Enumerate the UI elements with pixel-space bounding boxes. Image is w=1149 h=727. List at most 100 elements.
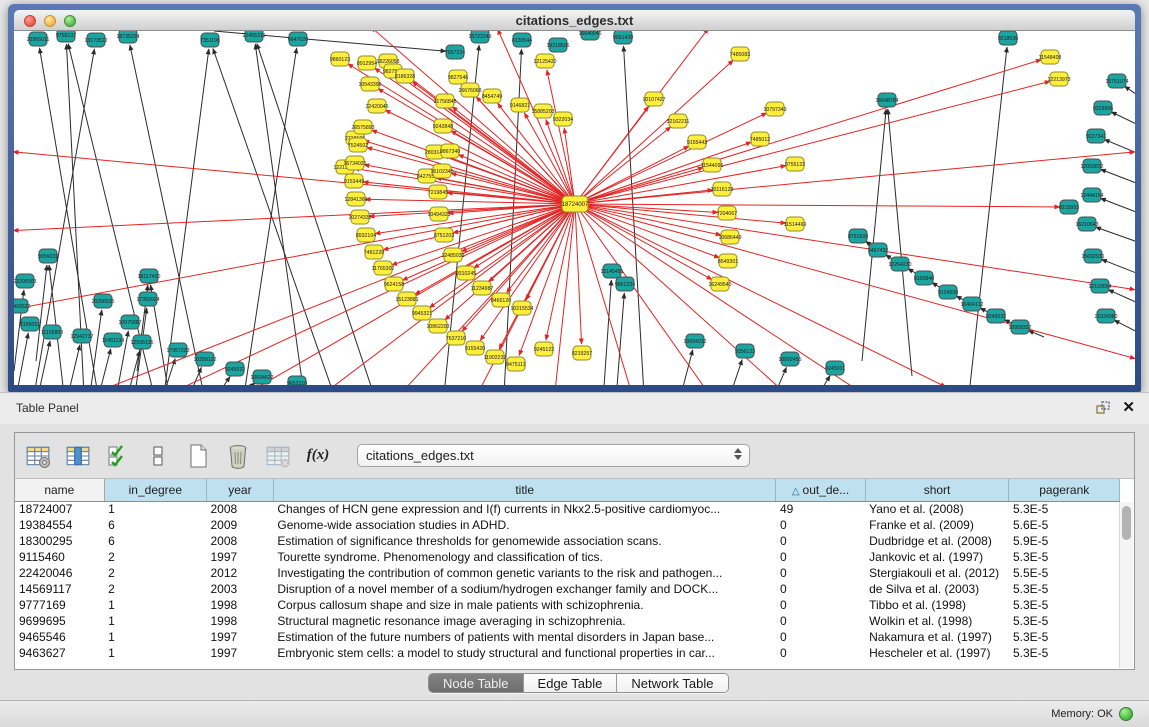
graph-node-yellow[interactable]: 11548408: [1039, 50, 1062, 64]
table-cell[interactable]: 5.3E-5: [1009, 613, 1120, 629]
graph-node-teal[interactable]: 8215953: [1059, 200, 1079, 214]
table-cell[interactable]: Yano et al. (2008): [865, 501, 1009, 517]
graph-node-teal[interactable]: 15722249: [468, 31, 491, 43]
table-cell[interactable]: 1: [104, 629, 206, 645]
graph-node-teal[interactable]: 8130544: [512, 33, 532, 47]
graph-node-yellow[interactable]: 10862203: [426, 319, 449, 333]
row-height-icon[interactable]: [143, 441, 173, 471]
graph-node-yellow[interactable]: 10274335: [348, 210, 371, 224]
graph-node-yellow[interactable]: 8186328: [395, 69, 415, 83]
graph-node-yellow[interactable]: 32162211: [667, 114, 690, 128]
graph-node-yellow[interactable]: 8219257: [572, 346, 592, 360]
graph-node-teal[interactable]: 15692931: [1081, 249, 1104, 263]
table-row[interactable]: 1456911722003Disruption of a novel membe…: [15, 581, 1120, 597]
table-cell[interactable]: Embryonic stem cells: a model to study s…: [273, 645, 776, 661]
graph-node-yellow[interactable]: 15123881: [395, 292, 418, 306]
graph-node-teal[interactable]: 9956033: [38, 249, 58, 263]
graph-node-teal[interactable]: 7957224: [445, 45, 465, 59]
table-row[interactable]: 2242004622012Investigating the contribut…: [15, 565, 1120, 581]
table-settings-icon[interactable]: [23, 441, 53, 471]
graph-node-yellow[interactable]: 9945321: [412, 306, 432, 320]
graph-node-yellow[interactable]: 31756845: [433, 94, 456, 108]
table-cell[interactable]: 2: [104, 549, 206, 565]
graph-node-yellow[interactable]: 9153449: [344, 174, 364, 188]
graph-node-teal[interactable]: 11451134: [102, 333, 124, 347]
table-cell[interactable]: Investigating the contribution of common…: [273, 565, 776, 581]
table-cell[interactable]: 18724007: [15, 501, 104, 517]
graph-node-teal[interactable]: 16640946: [578, 31, 601, 40]
graph-node-teal[interactable]: 20206535: [91, 294, 114, 308]
table-cell[interactable]: 5.5E-5: [1009, 565, 1120, 581]
graph-node-teal[interactable]: 20365011: [27, 32, 50, 46]
graph-node-yellow[interactable]: 8465120: [491, 293, 511, 307]
graph-node-yellow[interactable]: 9245122: [534, 342, 554, 356]
graph-node-yellow[interactable]: 8751203: [434, 228, 454, 242]
table-cell[interactable]: 1: [104, 613, 206, 629]
table-cell[interactable]: 19384554: [15, 517, 104, 533]
table-row[interactable]: 1938455462009Genome-wide association stu…: [15, 517, 1120, 533]
float-panel-icon[interactable]: [1096, 401, 1110, 415]
table-cell[interactable]: 6: [104, 533, 206, 549]
graph-node-teal[interactable]: 12444154: [1080, 188, 1103, 202]
table-cell[interactable]: 0: [776, 517, 865, 533]
table-cell[interactable]: 14569117: [15, 581, 104, 597]
graph-node-yellow[interactable]: 9755123: [785, 157, 805, 171]
column-header-pagerank[interactable]: pagerank: [1009, 479, 1120, 501]
table-row[interactable]: 977716911998Corpus callosum shape and si…: [15, 597, 1120, 613]
table-cell[interactable]: 5.3E-5: [1009, 645, 1120, 661]
graph-node-yellow[interactable]: 7485083: [730, 47, 750, 61]
table-cell[interactable]: 2003: [206, 581, 273, 597]
graph-node-teal[interactable]: 12093832: [1080, 159, 1103, 173]
table-cell[interactable]: Genome-wide association studies in ADHD.: [273, 517, 776, 533]
graph-node-yellow[interactable]: 16102345: [430, 164, 453, 178]
column-header-title[interactable]: title: [273, 479, 776, 501]
table-cell[interactable]: 0: [776, 613, 865, 629]
graph-node-teal[interactable]: 10892455: [778, 352, 801, 366]
graph-node-teal[interactable]: 15751074: [1105, 74, 1128, 88]
graph-node-teal[interactable]: 10264230: [888, 257, 911, 271]
graph-node-yellow[interactable]: 11765302: [372, 261, 395, 275]
table-cell[interactable]: 49: [776, 501, 865, 517]
graph-node-teal[interactable]: 22455310: [242, 31, 265, 42]
minimize-window-button[interactable]: [44, 15, 56, 27]
graph-node-teal[interactable]: 9245022: [225, 362, 245, 376]
table-cell[interactable]: 9699695: [15, 613, 104, 629]
graph-node-yellow[interactable]: 9155443: [687, 135, 707, 149]
graph-node-yellow[interactable]: 22420046: [365, 99, 388, 113]
graph-node-yellow[interactable]: 11902237: [484, 350, 507, 364]
table-row[interactable]: 969969511998Structural magnetic resonanc…: [15, 613, 1120, 629]
table-cell[interactable]: Franke et al. (2009): [865, 517, 1009, 533]
new-table-icon[interactable]: [183, 441, 213, 471]
table-row[interactable]: 911546021997Tourette syndrome. Phenomeno…: [15, 549, 1120, 565]
graph-node-teal[interactable]: 9329966: [1093, 101, 1113, 115]
table-cell[interactable]: 22420046: [15, 565, 104, 581]
table-cell[interactable]: de Silva et al. (2003): [865, 581, 1009, 597]
table-cell[interactable]: Dudbridge et al. (2008): [865, 533, 1009, 549]
graph-node-yellow[interactable]: 10107427: [642, 92, 665, 106]
graph-node-yellow[interactable]: 7219845: [428, 185, 448, 199]
graph-node-teal[interactable]: 16210643: [1075, 217, 1098, 231]
graph-node-yellow[interactable]: 10543392: [358, 77, 381, 91]
table-cell[interactable]: 1997: [206, 629, 273, 645]
graph-node-yellow[interactable]: 8932104: [356, 228, 376, 242]
graph-node-yellow[interactable]: 16734025: [343, 156, 366, 170]
table-cell[interactable]: Disruption of a novel member of a sodium…: [273, 581, 776, 597]
graph-node-yellow[interactable]: 9146821: [510, 98, 530, 112]
graph-node-yellow[interactable]: 11544091: [701, 158, 724, 172]
table-cell[interactable]: 5.3E-5: [1009, 549, 1120, 565]
table-cell[interactable]: 2012: [206, 565, 273, 581]
graph-node-teal[interactable]: 18117450: [138, 269, 161, 283]
table-cell[interactable]: Tibbo et al. (1998): [865, 597, 1009, 613]
table-cell[interactable]: 5.9E-5: [1009, 533, 1120, 549]
table-cell[interactable]: 6: [104, 517, 206, 533]
table-cell[interactable]: Corpus callosum shape and size in male p…: [273, 597, 776, 613]
show-columns-icon[interactable]: [63, 441, 93, 471]
graph-node-teal[interactable]: 9861234: [615, 277, 635, 291]
column-header-year[interactable]: year: [206, 479, 273, 501]
table-cell[interactable]: 0: [776, 597, 865, 613]
graph-node-teal[interactable]: 18735224: [116, 31, 139, 43]
table-cell[interactable]: 0: [776, 533, 865, 549]
graph-node-yellow[interactable]: 7524502: [348, 138, 368, 152]
graph-node-teal[interactable]: 10694622: [250, 370, 273, 384]
graph-node-teal[interactable]: 10358122: [193, 352, 216, 366]
